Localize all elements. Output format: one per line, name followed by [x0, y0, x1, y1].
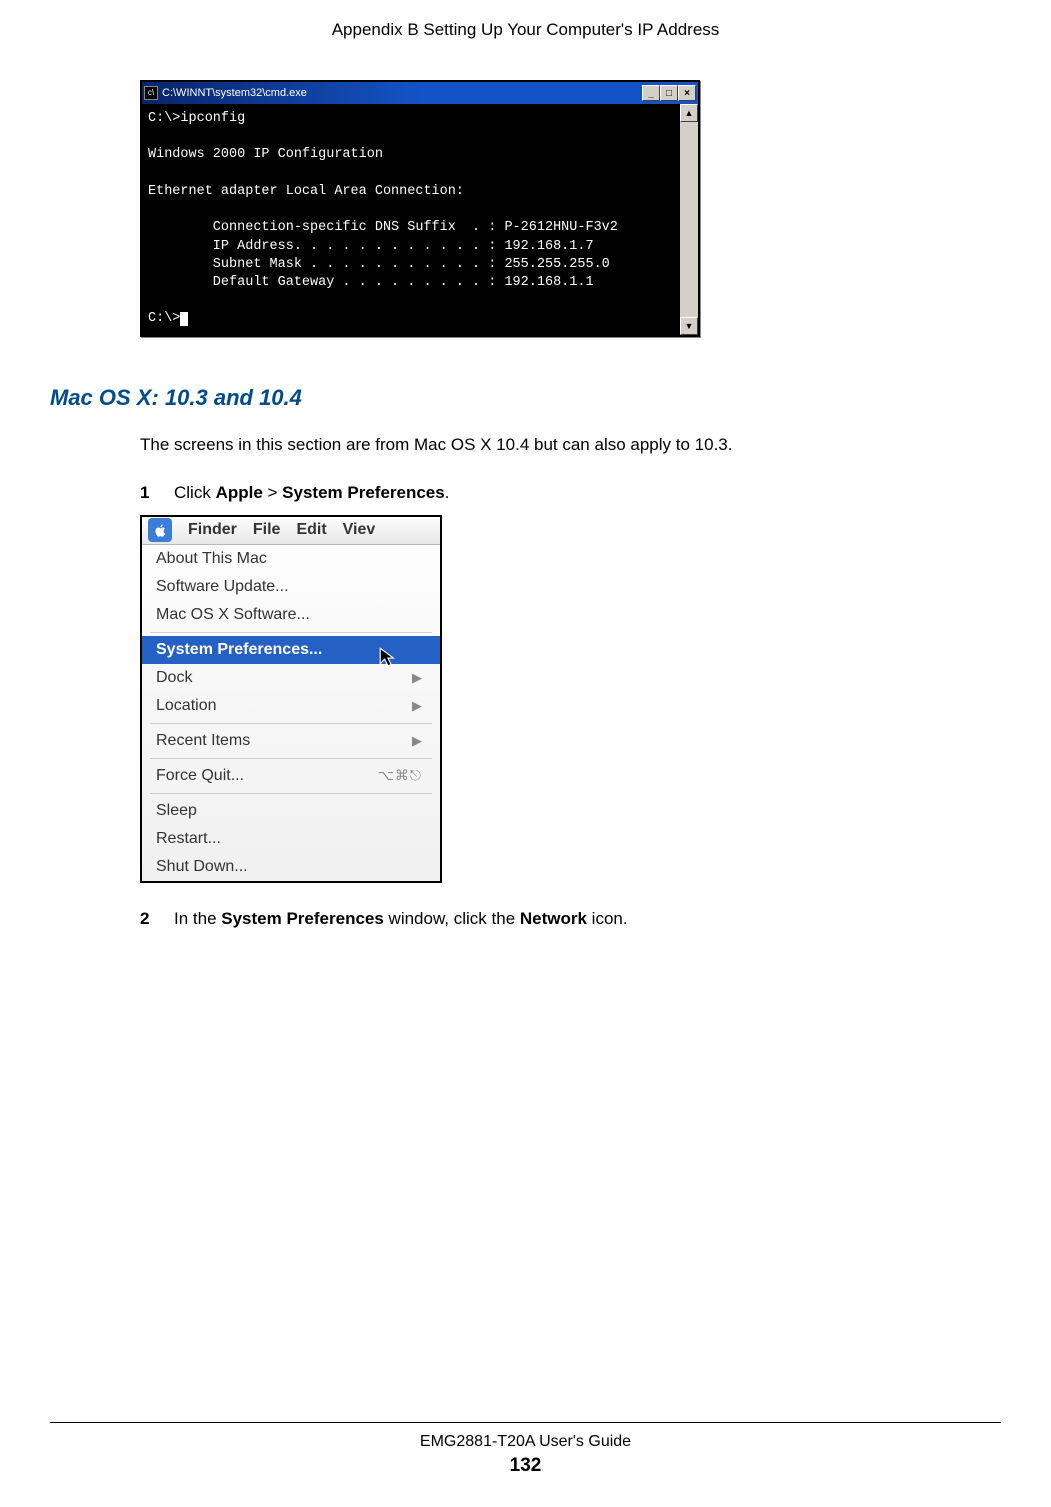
mac-apple-menu: Finder File Edit Viev About This Mac Sof…	[140, 515, 442, 883]
menu-item-dock[interactable]: Dock▶	[142, 664, 440, 692]
cmd-output: C:\>ipconfig Windows 2000 IP Configurati…	[142, 104, 680, 335]
shortcut-label: ⌥⌘⎋	[378, 767, 422, 784]
submenu-arrow-icon: ▶	[412, 670, 422, 686]
minimize-button[interactable]: _	[642, 85, 660, 101]
scroll-down-icon[interactable]: ▼	[680, 317, 698, 335]
maximize-button[interactable]: □	[660, 85, 678, 101]
scroll-up-icon[interactable]: ▲	[680, 104, 698, 122]
apple-logo-icon[interactable]	[148, 518, 172, 542]
page-running-header: Appendix B Setting Up Your Computer's IP…	[50, 20, 1001, 40]
menubar-view[interactable]: Viev	[343, 521, 376, 539]
cmd-titlebar: c\ C:\WINNT\system32\cmd.exe _ □ ×	[142, 82, 698, 104]
step-text: Click Apple > System Preferences.	[174, 483, 449, 503]
menubar-finder[interactable]: Finder	[188, 521, 237, 539]
section-intro: The screens in this section are from Mac…	[140, 435, 1001, 455]
menu-item-system-preferences[interactable]: System Preferences...	[142, 636, 440, 664]
section-heading: Mac OS X: 10.3 and 10.4	[50, 385, 1001, 411]
menu-item-shutdown[interactable]: Shut Down...	[142, 853, 440, 881]
close-button[interactable]: ×	[678, 85, 696, 101]
menu-item-location[interactable]: Location▶	[142, 692, 440, 720]
menu-item-sleep[interactable]: Sleep	[142, 797, 440, 825]
menu-item-about[interactable]: About This Mac	[142, 545, 440, 573]
page-footer: EMG2881-T20A User's Guide 132	[50, 1422, 1001, 1477]
scrollbar[interactable]: ▲ ▼	[680, 104, 698, 335]
step-number: 1	[140, 483, 152, 503]
cmd-window-title: C:\WINNT\system32\cmd.exe	[162, 87, 307, 99]
menu-separator	[150, 632, 432, 633]
menu-separator	[150, 723, 432, 724]
cmd-window: c\ C:\WINNT\system32\cmd.exe _ □ × C:\>i…	[140, 80, 700, 337]
cursor	[180, 312, 188, 326]
step-2: 2 In the System Preferences window, clic…	[140, 909, 1001, 929]
apple-dropdown: About This Mac Software Update... Mac OS…	[142, 545, 440, 881]
menu-item-restart[interactable]: Restart...	[142, 825, 440, 853]
menu-item-osx-software[interactable]: Mac OS X Software...	[142, 601, 440, 629]
menubar-file[interactable]: File	[253, 521, 281, 539]
step-number: 2	[140, 909, 152, 929]
footer-guide-name: EMG2881-T20A User's Guide	[50, 1433, 1001, 1451]
menu-item-software-update[interactable]: Software Update...	[142, 573, 440, 601]
mac-menubar: Finder File Edit Viev	[142, 517, 440, 545]
cmd-icon: c\	[144, 86, 158, 100]
step-1: 1 Click Apple > System Preferences.	[140, 483, 1001, 503]
step-text: In the System Preferences window, click …	[174, 909, 628, 929]
footer-page-number: 132	[50, 1455, 1001, 1477]
submenu-arrow-icon: ▶	[412, 698, 422, 714]
menu-item-force-quit[interactable]: Force Quit...⌥⌘⎋	[142, 762, 440, 790]
submenu-arrow-icon: ▶	[412, 733, 422, 749]
menubar-edit[interactable]: Edit	[296, 521, 326, 539]
menu-item-recent[interactable]: Recent Items▶	[142, 727, 440, 755]
menu-separator	[150, 758, 432, 759]
menu-separator	[150, 793, 432, 794]
